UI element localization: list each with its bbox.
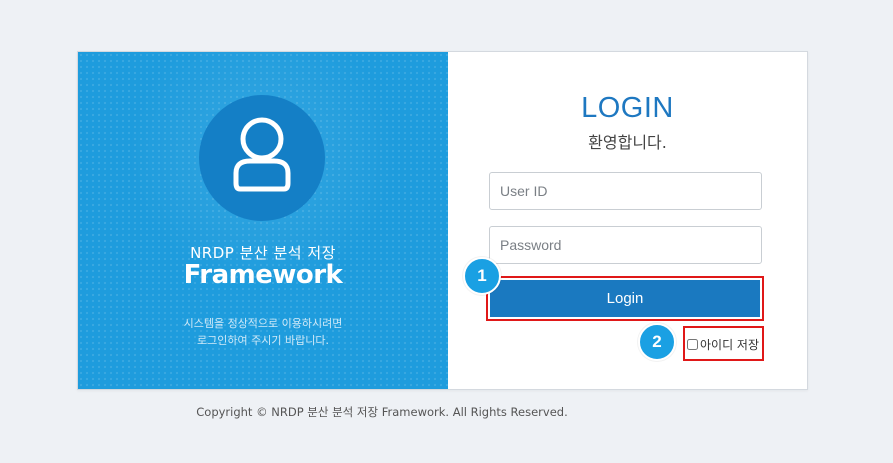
login-form-panel: LOGIN 환영합니다. Login 아이디 저장 — [448, 52, 807, 389]
copyright-text: Copyright © NRDP 분산 분석 저장 Framework. All… — [196, 405, 568, 419]
step-badge-1: 1 — [463, 257, 501, 295]
welcome-text: 환영합니다. — [588, 133, 667, 152]
page-title: LOGIN — [581, 92, 674, 124]
brand-panel: NRDP 분산 분석 저장 Framework 시스템을 정상적으로 이용하시려… — [78, 52, 448, 389]
step-badge-2: 2 — [638, 323, 676, 361]
avatar — [199, 95, 325, 221]
brand-description: 시스템을 정상적으로 이용하시려면 로그인하여 주시기 바랍니다. — [78, 315, 448, 349]
login-button[interactable]: Login — [490, 280, 760, 317]
password-input[interactable] — [489, 226, 762, 264]
brand-title: Framework — [183, 260, 343, 290]
user-icon — [233, 117, 291, 192]
save-id-option[interactable]: 아이디 저장 — [687, 336, 759, 353]
save-id-checkbox[interactable] — [687, 339, 698, 350]
brand-description-line: 시스템을 정상적으로 이용하시려면 — [183, 317, 343, 330]
brand-description-line: 로그인하여 주시기 바랍니다. — [197, 334, 329, 347]
login-card: NRDP 분산 분석 저장 Framework 시스템을 정상적으로 이용하시려… — [77, 51, 808, 390]
save-id-label: 아이디 저장 — [700, 338, 760, 352]
user-id-input[interactable] — [489, 172, 762, 210]
